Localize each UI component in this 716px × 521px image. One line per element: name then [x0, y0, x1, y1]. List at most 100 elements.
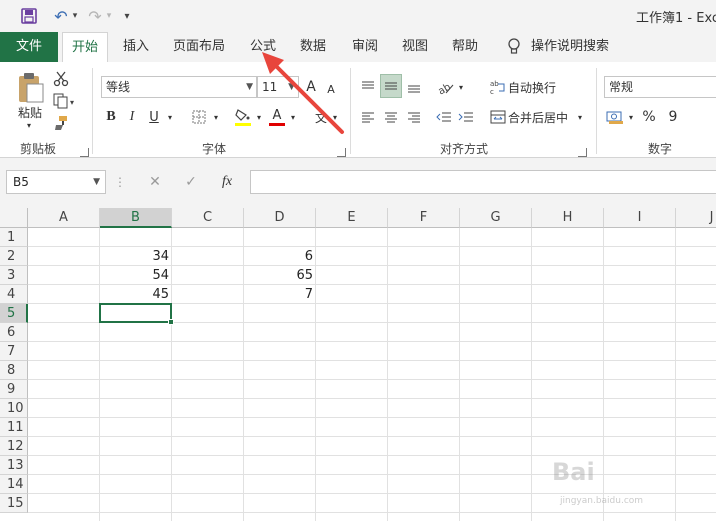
- cell-d2[interactable]: 6: [244, 247, 316, 266]
- align-left-icon[interactable]: [358, 106, 378, 128]
- merge-center-button[interactable]: 合并后居中: [508, 106, 572, 128]
- italic-button[interactable]: I: [124, 106, 140, 128]
- customize-toolbar-icon[interactable]: ▾: [120, 6, 134, 26]
- wrap-text-button[interactable]: 自动换行: [508, 76, 560, 98]
- align-middle-icon[interactable]: [380, 74, 402, 98]
- shrink-font-icon[interactable]: A: [323, 78, 339, 100]
- insert-function-icon[interactable]: fx: [214, 170, 240, 194]
- row-header-13[interactable]: 13: [0, 456, 28, 475]
- accounting-format-icon[interactable]: [604, 106, 626, 128]
- fill-handle[interactable]: [168, 319, 174, 325]
- align-top-icon[interactable]: [358, 76, 378, 98]
- column-header-e[interactable]: E: [316, 208, 388, 228]
- row-header-5[interactable]: 5: [0, 304, 28, 323]
- phonetic-dropdown-icon[interactable]: ▾: [330, 106, 340, 128]
- paste-dropdown-icon[interactable]: ▾: [22, 120, 36, 130]
- lightbulb-icon[interactable]: [504, 32, 524, 62]
- row-header-10[interactable]: 10: [0, 399, 28, 418]
- row-header-6[interactable]: 6: [0, 323, 28, 342]
- tab-data[interactable]: 数据: [294, 32, 332, 62]
- font-size-dropdown[interactable]: 11 ▼: [257, 76, 299, 98]
- number-format-dropdown[interactable]: 常规: [604, 76, 716, 98]
- font-color-dropdown-icon[interactable]: ▾: [288, 106, 298, 128]
- orientation-icon[interactable]: ab: [434, 76, 456, 98]
- merge-center-icon[interactable]: [488, 106, 508, 128]
- enter-icon[interactable]: ✓: [178, 170, 204, 194]
- copy-icon[interactable]: ▾: [52, 92, 78, 110]
- formula-input[interactable]: [250, 170, 716, 194]
- tab-help[interactable]: 帮助: [446, 32, 484, 62]
- row-header-4[interactable]: 4: [0, 285, 28, 304]
- paste-icon[interactable]: [12, 68, 48, 106]
- borders-icon[interactable]: [188, 106, 210, 128]
- column-header-f[interactable]: F: [388, 208, 460, 228]
- tab-review[interactable]: 审阅: [346, 32, 384, 62]
- cell-b4[interactable]: 45: [100, 285, 172, 304]
- align-center-icon[interactable]: [381, 106, 401, 128]
- underline-button[interactable]: U: [146, 106, 162, 128]
- accounting-dropdown-icon[interactable]: ▾: [626, 106, 636, 128]
- row-header-15[interactable]: 15: [0, 494, 28, 513]
- tab-view[interactable]: 视图: [396, 32, 434, 62]
- percent-button[interactable]: %: [640, 106, 658, 128]
- tab-page-layout[interactable]: 页面布局: [168, 32, 230, 62]
- font-launcher-icon[interactable]: [337, 148, 346, 157]
- phonetic-guide-icon[interactable]: 文: [310, 106, 332, 128]
- increase-indent-icon[interactable]: [456, 106, 476, 128]
- fill-color-dropdown-icon[interactable]: ▾: [254, 106, 264, 128]
- comma-style-button[interactable]: 9: [664, 106, 682, 128]
- row-header-2[interactable]: 2: [0, 247, 28, 266]
- redo-dropdown-icon[interactable]: ▾: [104, 6, 114, 26]
- row-header-7[interactable]: 7: [0, 342, 28, 361]
- wrap-text-icon[interactable]: ab c: [488, 76, 508, 98]
- cell-b2[interactable]: 34: [100, 247, 172, 266]
- column-header-g[interactable]: G: [460, 208, 532, 228]
- paste-button[interactable]: 粘贴: [10, 104, 50, 120]
- name-box[interactable]: B5 ▼: [6, 170, 106, 194]
- fill-color-icon[interactable]: [232, 106, 254, 128]
- tab-insert[interactable]: 插入: [116, 32, 156, 62]
- column-header-b[interactable]: B: [100, 208, 172, 228]
- tab-home[interactable]: 开始: [62, 32, 108, 63]
- format-painter-icon[interactable]: [52, 114, 70, 132]
- merge-dropdown-icon[interactable]: ▾: [574, 106, 586, 128]
- row-header-8[interactable]: 8: [0, 361, 28, 380]
- font-color-icon[interactable]: A: [266, 106, 288, 128]
- tab-formulas[interactable]: 公式: [244, 32, 282, 62]
- font-name-dropdown[interactable]: 等线 ▼: [101, 76, 257, 98]
- column-header-d[interactable]: D: [244, 208, 316, 228]
- borders-dropdown-icon[interactable]: ▾: [210, 106, 222, 128]
- row-header-1[interactable]: 1: [0, 228, 28, 247]
- cell-b3[interactable]: 54: [100, 266, 172, 285]
- redo-icon[interactable]: ↷: [84, 6, 106, 26]
- cell-d4[interactable]: 7: [244, 285, 316, 304]
- grow-font-icon[interactable]: A: [303, 76, 319, 98]
- tab-file[interactable]: 文件: [0, 32, 58, 62]
- clipboard-launcher-icon[interactable]: [80, 148, 89, 157]
- row-header-11[interactable]: 11: [0, 418, 28, 437]
- row-header-14[interactable]: 14: [0, 475, 28, 494]
- underline-dropdown-icon[interactable]: ▾: [164, 106, 176, 128]
- cancel-icon[interactable]: ✕: [142, 170, 168, 194]
- column-header-a[interactable]: A: [28, 208, 100, 228]
- orientation-dropdown-icon[interactable]: ▾: [456, 76, 466, 98]
- alignment-launcher-icon[interactable]: [578, 148, 587, 157]
- column-header-c[interactable]: C: [172, 208, 244, 228]
- column-header-j[interactable]: J: [676, 208, 716, 228]
- bold-button[interactable]: B: [103, 106, 119, 128]
- cell-d3[interactable]: 65: [244, 266, 316, 285]
- cut-icon[interactable]: [52, 70, 70, 88]
- align-bottom-icon[interactable]: [404, 76, 424, 98]
- row-header-12[interactable]: 12: [0, 437, 28, 456]
- save-icon[interactable]: [16, 6, 42, 26]
- undo-icon[interactable]: ↶: [50, 6, 72, 26]
- decrease-indent-icon[interactable]: [434, 106, 454, 128]
- tell-me-search[interactable]: 操作说明搜索: [528, 32, 612, 62]
- active-cell-border[interactable]: [99, 303, 172, 323]
- worksheet-grid[interactable]: A B C D E F G H I J 1 2 3 4 5 6 7 8 9 10 11 12 13 14 15 34 54 45 6 65…: [0, 208, 716, 521]
- undo-dropdown-icon[interactable]: ▾: [70, 6, 80, 26]
- column-header-i[interactable]: I: [604, 208, 676, 228]
- align-right-icon[interactable]: [404, 106, 424, 128]
- row-header-3[interactable]: 3: [0, 266, 28, 285]
- row-header-9[interactable]: 9: [0, 380, 28, 399]
